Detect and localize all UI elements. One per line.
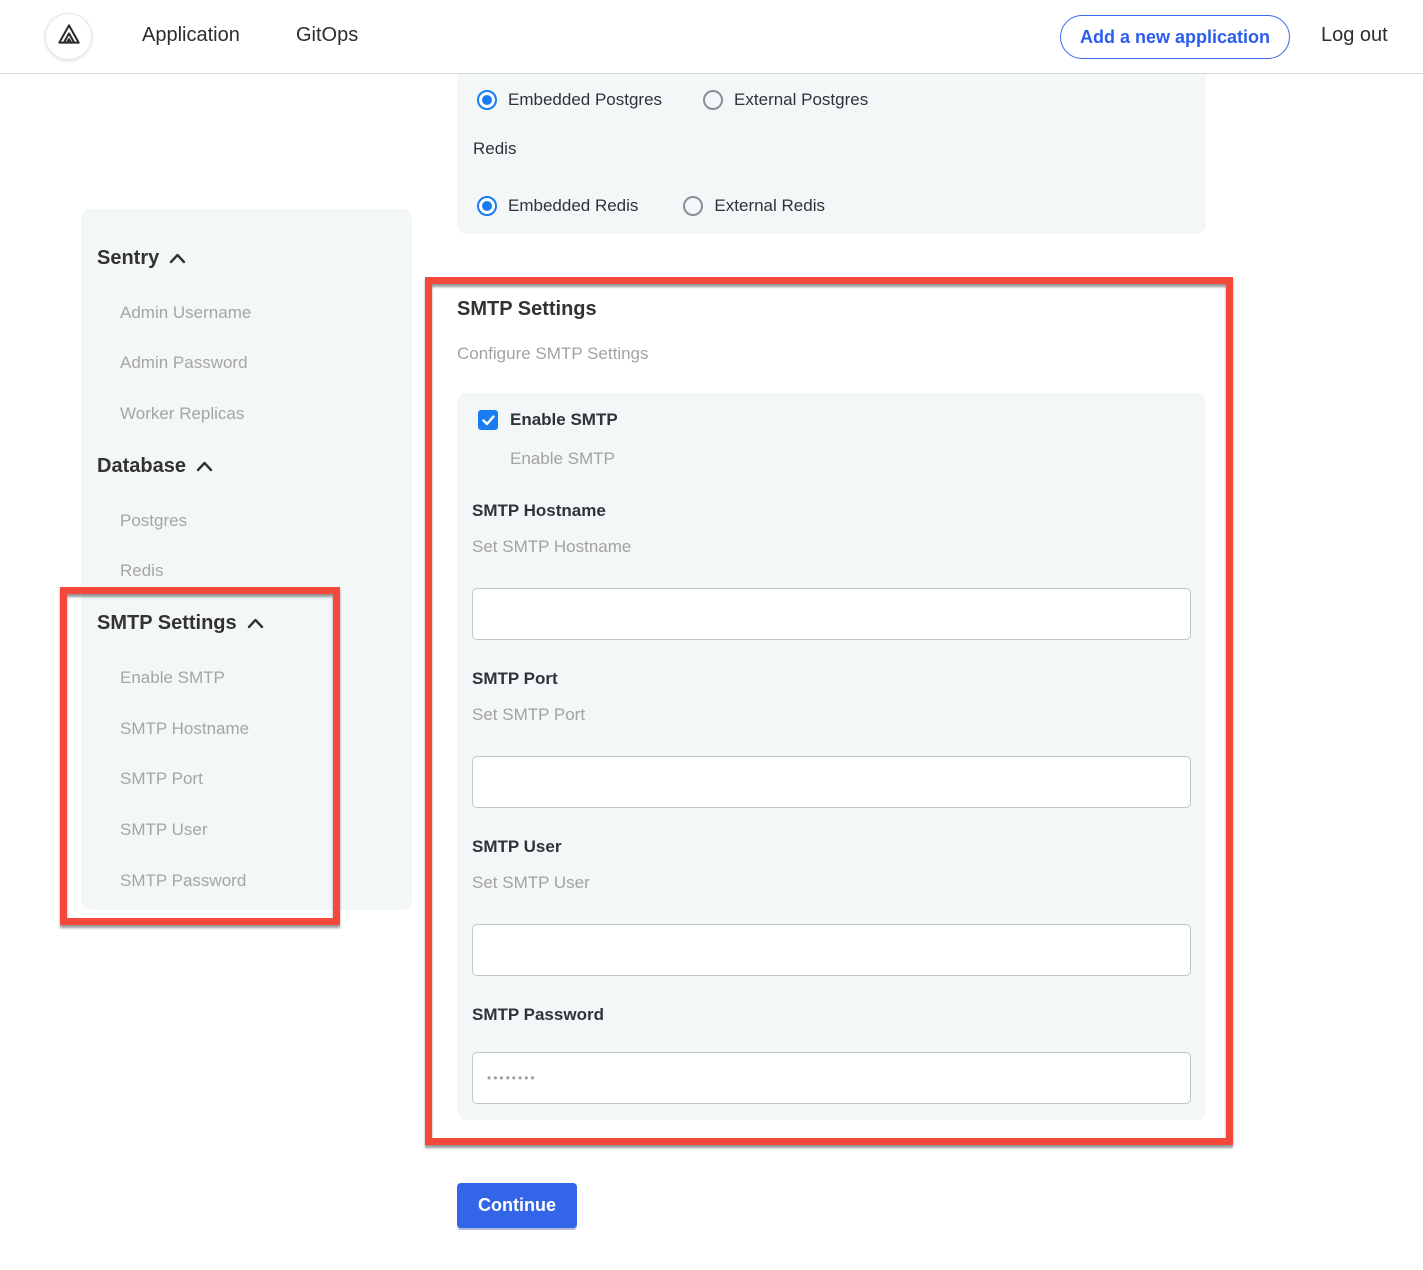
radio-external-postgres[interactable]: External Postgres [703, 90, 868, 110]
radio-selected-icon [477, 90, 497, 110]
redis-group-label: Redis [473, 139, 516, 159]
sidebar-item-postgres[interactable]: Postgres [120, 511, 187, 531]
smtp-user-helper: Set SMTP User [472, 873, 590, 893]
nav-link-application[interactable]: Application [142, 24, 240, 47]
app-logo[interactable] [45, 13, 92, 60]
sidebar-group-sentry[interactable]: Sentry [97, 246, 186, 270]
check-icon [482, 415, 495, 426]
radio-embedded-postgres[interactable]: Embedded Postgres [477, 90, 662, 110]
radio-selected-icon [477, 196, 497, 216]
navbar: Application GitOps Add a new application… [0, 0, 1423, 74]
sidebar-item-worker-replicas[interactable]: Worker Replicas [120, 404, 244, 424]
add-application-button[interactable]: Add a new application [1060, 15, 1290, 59]
sidebar-item-smtp-password[interactable]: SMTP Password [120, 871, 246, 891]
enable-smtp-checkbox-row: Enable SMTP [478, 410, 618, 430]
chevron-up-icon [169, 253, 186, 264]
smtp-password-input[interactable] [472, 1052, 1191, 1104]
sidebar-item-smtp-hostname[interactable]: SMTP Hostname [120, 719, 249, 739]
logout-link[interactable]: Log out [1321, 24, 1388, 47]
smtp-section-subtitle: Configure SMTP Settings [457, 344, 649, 364]
radio-external-redis[interactable]: External Redis [683, 196, 825, 216]
smtp-port-helper: Set SMTP Port [472, 705, 585, 725]
smtp-password-label: SMTP Password [472, 1005, 604, 1025]
chevron-up-icon [196, 461, 213, 472]
radio-label: External Redis [714, 196, 825, 216]
radio-label: Embedded Redis [508, 196, 638, 216]
sidebar-group-database[interactable]: Database [97, 454, 213, 478]
sidebar-item-redis[interactable]: Redis [120, 561, 163, 581]
smtp-hostname-label: SMTP Hostname [472, 501, 606, 521]
radio-unselected-icon [703, 90, 723, 110]
sidebar-item-smtp-port[interactable]: SMTP Port [120, 769, 203, 789]
smtp-hostname-input[interactable] [472, 588, 1191, 640]
nav-link-gitops[interactable]: GitOps [296, 24, 358, 47]
enable-smtp-checkbox[interactable] [478, 410, 498, 430]
smtp-section-title: SMTP Settings [457, 297, 597, 321]
smtp-port-label: SMTP Port [472, 669, 558, 689]
radio-label: Embedded Postgres [508, 90, 662, 110]
sidebar-group-smtp-settings[interactable]: SMTP Settings [97, 611, 264, 635]
sidebar-item-enable-smtp[interactable]: Enable SMTP [120, 668, 225, 688]
enable-smtp-helper: Enable SMTP [510, 449, 615, 469]
sidebar-group-title: Sentry [97, 246, 159, 270]
smtp-user-input[interactable] [472, 924, 1191, 976]
radio-embedded-redis[interactable]: Embedded Redis [477, 196, 638, 216]
sidebar-group-title: SMTP Settings [97, 611, 237, 635]
smtp-settings-panel: Enable SMTP Enable SMTP SMTP Hostname Se… [457, 393, 1206, 1120]
sidebar-item-admin-username[interactable]: Admin Username [120, 303, 251, 323]
radio-unselected-icon [683, 196, 703, 216]
sidebar-item-admin-password[interactable]: Admin Password [120, 353, 248, 373]
chevron-up-icon [247, 618, 264, 629]
sidebar-item-smtp-user[interactable]: SMTP User [120, 820, 208, 840]
redis-radio-group: Embedded Redis External Redis [477, 196, 825, 216]
smtp-hostname-helper: Set SMTP Hostname [472, 537, 631, 557]
smtp-port-input[interactable] [472, 756, 1191, 808]
radio-label: External Postgres [734, 90, 868, 110]
sentry-logo-icon [55, 21, 83, 52]
enable-smtp-label: Enable SMTP [510, 410, 618, 430]
smtp-user-label: SMTP User [472, 837, 561, 857]
sidebar-group-title: Database [97, 454, 186, 478]
postgres-radio-group: Embedded Postgres External Postgres [477, 90, 868, 110]
continue-button[interactable]: Continue [457, 1183, 577, 1228]
